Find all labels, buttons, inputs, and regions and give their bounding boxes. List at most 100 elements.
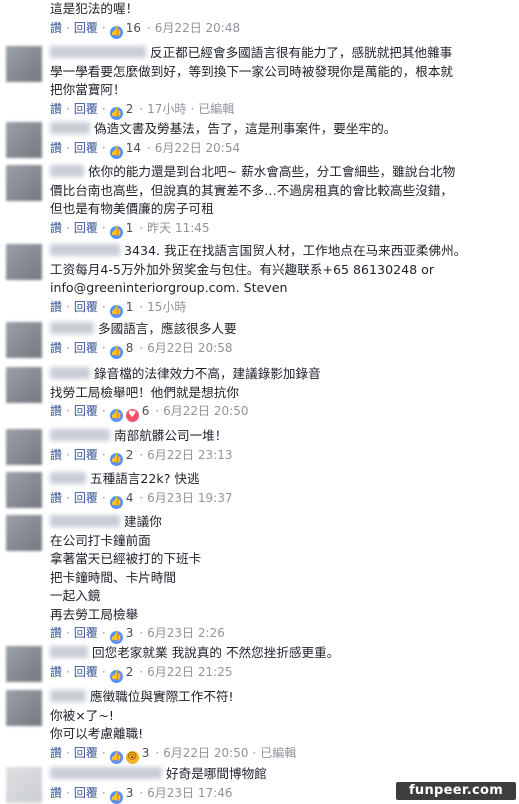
reply-link[interactable]: 回覆 bbox=[74, 491, 98, 505]
like-reaction-icon[interactable]: 👍 bbox=[109, 631, 123, 644]
like-link[interactable]: 讚 bbox=[50, 141, 62, 155]
like-reaction-icon[interactable]: 👍 bbox=[109, 452, 123, 466]
reaction-count[interactable]: 3 bbox=[126, 626, 134, 640]
avatar[interactable] bbox=[6, 690, 42, 726]
separator: · bbox=[66, 404, 70, 418]
commenter-name-redacted[interactable] bbox=[50, 244, 120, 256]
reply-link[interactable]: 回覆 bbox=[74, 786, 98, 800]
reaction-count[interactable]: 3 bbox=[142, 746, 150, 760]
reply-link[interactable]: 回覆 bbox=[74, 21, 98, 35]
love-reaction-icon[interactable]: ♥ bbox=[125, 409, 139, 422]
avatar[interactable] bbox=[6, 429, 42, 465]
timestamp[interactable]: 6月22日 20:54 bbox=[155, 141, 240, 155]
timestamp[interactable]: 6月22日 20:58 bbox=[147, 341, 232, 355]
like-reaction-icon[interactable]: 👍 bbox=[109, 225, 123, 239]
like-reaction-icon[interactable]: 👍 bbox=[109, 345, 123, 359]
wow-reaction-icon[interactable]: 😮 bbox=[125, 750, 139, 764]
timestamp[interactable]: 6月22日 20:50 bbox=[163, 746, 248, 760]
comment-actions: 讚 · 回覆 · 👍 2 · 6月22日 23:13 bbox=[50, 447, 505, 466]
avatar[interactable] bbox=[6, 322, 42, 358]
reply-link[interactable]: 回覆 bbox=[74, 665, 98, 679]
comment-body: 多國語言，應該很多人要讚 · 回覆 · 👍 8 · 6月22日 20:58 bbox=[50, 320, 505, 359]
like-link[interactable]: 讚 bbox=[50, 341, 62, 355]
commenter-name-redacted[interactable] bbox=[50, 767, 162, 779]
reply-link[interactable]: 回覆 bbox=[74, 221, 98, 235]
reaction-count[interactable]: 16 bbox=[126, 21, 141, 35]
like-link[interactable]: 讚 bbox=[50, 786, 62, 800]
avatar[interactable] bbox=[6, 46, 42, 82]
like-reaction-icon[interactable]: 👍 bbox=[109, 304, 123, 318]
avatar[interactable] bbox=[6, 122, 42, 158]
like-link[interactable]: 讚 bbox=[50, 448, 62, 462]
commenter-name-redacted[interactable] bbox=[50, 646, 88, 658]
reaction-count[interactable]: 2 bbox=[126, 102, 134, 116]
reply-link[interactable]: 回覆 bbox=[74, 341, 98, 355]
like-link[interactable]: 讚 bbox=[50, 300, 62, 314]
reaction-count[interactable]: 1 bbox=[126, 300, 134, 314]
commenter-name-redacted[interactable] bbox=[50, 46, 146, 58]
reply-link[interactable]: 回覆 bbox=[74, 404, 98, 418]
comment-text: 好奇是哪間博物館 bbox=[50, 765, 505, 784]
like-link[interactable]: 讚 bbox=[50, 626, 62, 640]
commenter-name-redacted[interactable] bbox=[50, 322, 94, 334]
like-reaction-icon[interactable]: 👍 bbox=[109, 106, 123, 120]
like-link[interactable]: 讚 bbox=[50, 746, 62, 760]
reaction-count[interactable]: 4 bbox=[126, 491, 134, 505]
timestamp[interactable]: 15小時 bbox=[147, 300, 186, 314]
commenter-name-redacted[interactable] bbox=[50, 690, 86, 702]
avatar[interactable] bbox=[6, 472, 42, 508]
like-reaction-icon[interactable]: 👍 bbox=[109, 145, 123, 159]
edited-label[interactable]: 已編輯 bbox=[198, 102, 234, 116]
reaction-count[interactable]: 2 bbox=[126, 448, 134, 462]
reaction-count[interactable]: 3 bbox=[126, 786, 134, 800]
like-reaction-icon[interactable]: 👍 bbox=[109, 669, 123, 683]
like-link[interactable]: 讚 bbox=[50, 404, 62, 418]
reply-link[interactable]: 回覆 bbox=[74, 141, 98, 155]
reply-link[interactable]: 回覆 bbox=[74, 448, 98, 462]
timestamp[interactable]: 6月22日 20:48 bbox=[155, 21, 240, 35]
reply-link[interactable]: 回覆 bbox=[74, 102, 98, 116]
like-reaction-icon[interactable]: 👍 bbox=[109, 495, 123, 509]
separator: · bbox=[101, 626, 106, 640]
like-reaction-icon[interactable]: 👍 bbox=[109, 25, 123, 39]
commenter-name-redacted[interactable] bbox=[50, 429, 110, 441]
like-link[interactable]: 讚 bbox=[50, 665, 62, 679]
avatar[interactable] bbox=[6, 646, 42, 682]
reply-link[interactable]: 回覆 bbox=[74, 626, 98, 640]
timestamp[interactable]: 17小時 bbox=[147, 102, 186, 116]
timestamp[interactable]: 6月22日 20:50 bbox=[163, 404, 248, 418]
commenter-name-redacted[interactable] bbox=[50, 367, 90, 379]
edited-label[interactable]: 已編輯 bbox=[260, 746, 296, 760]
like-link[interactable]: 讚 bbox=[50, 491, 62, 505]
avatar[interactable] bbox=[6, 367, 42, 403]
comment-line: 錄音檔的法律效力不高，建議錄影加錄音 bbox=[94, 366, 321, 381]
commenter-name-redacted[interactable] bbox=[50, 165, 84, 177]
reaction-count[interactable]: 8 bbox=[126, 341, 134, 355]
comment-line: 好奇是哪間博物館 bbox=[166, 766, 267, 781]
reaction-count[interactable]: 6 bbox=[142, 404, 150, 418]
timestamp[interactable]: 6月23日 19:37 bbox=[147, 491, 232, 505]
avatar[interactable] bbox=[6, 515, 42, 551]
avatar[interactable] bbox=[6, 165, 42, 201]
timestamp[interactable]: 昨天 11:45 bbox=[147, 221, 209, 235]
commenter-name-redacted[interactable] bbox=[50, 122, 90, 134]
like-link[interactable]: 讚 bbox=[50, 21, 62, 35]
timestamp[interactable]: 6月23日 2:26 bbox=[147, 626, 225, 640]
like-link[interactable]: 讚 bbox=[50, 221, 62, 235]
timestamp[interactable]: 6月22日 21:25 bbox=[147, 665, 232, 679]
avatar[interactable] bbox=[6, 244, 42, 280]
reaction-count[interactable]: 14 bbox=[126, 141, 141, 155]
timestamp[interactable]: 6月23日 17:46 bbox=[147, 786, 232, 800]
reply-link[interactable]: 回覆 bbox=[74, 746, 98, 760]
like-link[interactable]: 讚 bbox=[50, 102, 62, 116]
like-reaction-icon[interactable]: 👍 bbox=[109, 750, 123, 764]
avatar[interactable] bbox=[6, 767, 42, 803]
reaction-count[interactable]: 2 bbox=[126, 665, 134, 679]
reaction-count[interactable]: 1 bbox=[126, 221, 134, 235]
reply-link[interactable]: 回覆 bbox=[74, 300, 98, 314]
like-reaction-icon[interactable]: 👍 bbox=[109, 409, 123, 422]
comment-body: 偽造文書及勞基法，告了，這是刑事案件，要坐牢的。讚 · 回覆 · 👍 14 · 6月22日 2… bbox=[50, 120, 505, 159]
timestamp[interactable]: 6月22日 23:13 bbox=[147, 448, 232, 462]
commenter-name-redacted[interactable] bbox=[50, 515, 120, 527]
commenter-name-redacted[interactable] bbox=[50, 472, 86, 484]
